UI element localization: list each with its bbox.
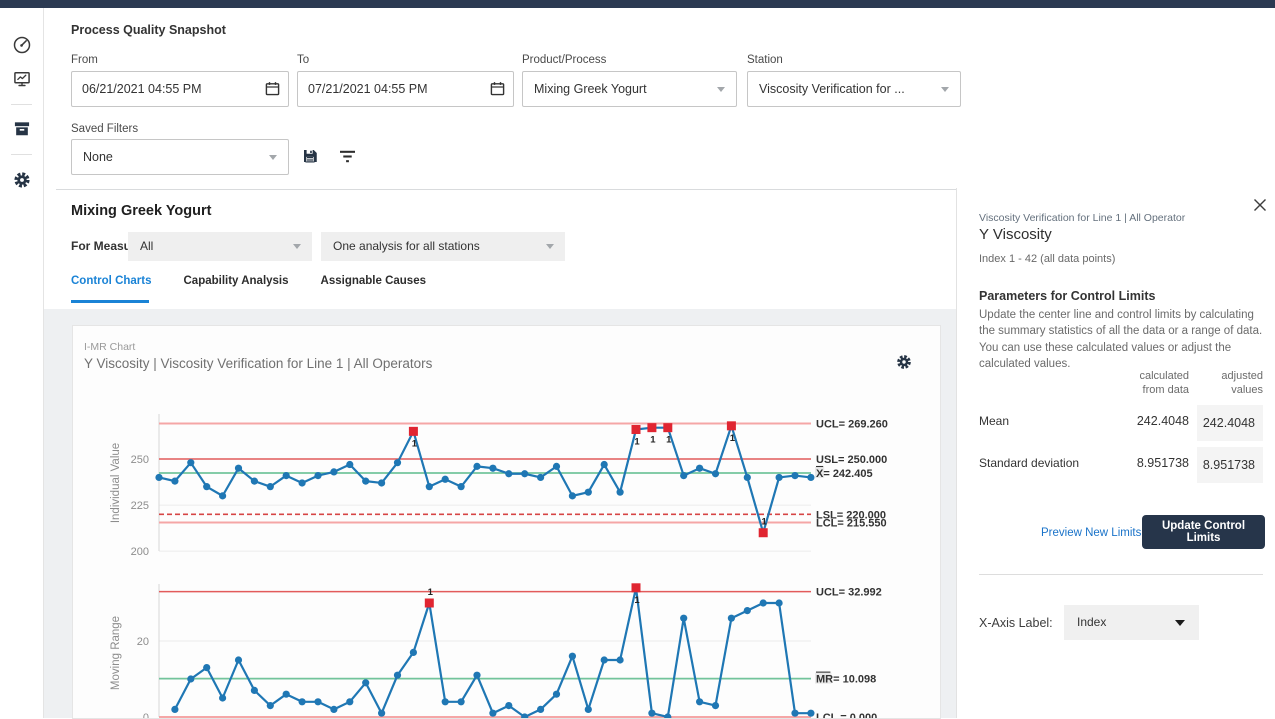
- stddev-adjusted-input[interactable]: [1197, 447, 1263, 483]
- svg-text:LCL = 0.000: LCL = 0.000: [816, 712, 877, 718]
- station-dropdown[interactable]: Viscosity Verification for ...: [747, 71, 961, 107]
- sidebar-item-products[interactable]: [12, 119, 32, 139]
- panel-subtitle: Viscosity Verification for Line 1 | All …: [979, 212, 1185, 224]
- chevron-down-icon: [269, 155, 277, 160]
- xaxis-label: X-Axis Label:: [979, 616, 1053, 630]
- close-icon[interactable]: [1253, 198, 1269, 214]
- archive-icon: [12, 119, 32, 139]
- chevron-down-icon: [941, 87, 949, 92]
- svg-text:Moving Range: Moving Range: [110, 616, 122, 690]
- from-date-field[interactable]: [71, 71, 289, 107]
- gauge-icon: [12, 35, 32, 55]
- station-label: Station: [747, 54, 783, 66]
- sidebar-item-monitoring[interactable]: [12, 69, 32, 89]
- mean-label: Mean: [979, 414, 1009, 428]
- chevron-down-icon: [546, 244, 554, 249]
- svg-text:0: 0: [143, 712, 149, 718]
- analysis-mode-value: One analysis for all stations: [321, 232, 565, 261]
- panel-description: Update the center line and control limit…: [979, 307, 1267, 372]
- tab-bar: Control Charts Capability Analysis Assig…: [71, 275, 426, 287]
- column-header-adjusted: adjusted values: [1203, 370, 1263, 398]
- save-icon: [301, 147, 319, 165]
- svg-text:1: 1: [412, 438, 418, 449]
- active-tab-underline: [71, 300, 149, 303]
- to-date-input[interactable]: [298, 72, 513, 106]
- measure-value: All: [128, 232, 312, 261]
- sidebar-divider: [11, 154, 32, 155]
- saved-filters-label: Saved Filters: [71, 123, 138, 135]
- update-control-limits-button[interactable]: Update Control Limits: [1142, 515, 1265, 549]
- analysis-header: Mixing Greek Yogurt For Measure: All One…: [44, 190, 956, 309]
- mean-adjusted-input[interactable]: [1197, 405, 1263, 441]
- svg-text:1: 1: [666, 435, 672, 446]
- station-value: Viscosity Verification for ...: [748, 72, 960, 106]
- tab-control-charts[interactable]: Control Charts: [71, 275, 152, 287]
- panel-divider: [979, 574, 1263, 575]
- saved-filters-dropdown[interactable]: None: [71, 139, 289, 175]
- saved-filters-value: None: [72, 140, 288, 174]
- from-label: From: [71, 54, 98, 66]
- sidebar-item-dashboard[interactable]: [12, 35, 32, 55]
- imr-chart: 250225200Individual ValueUCL= 269.260USL…: [73, 326, 940, 718]
- panel-title: Y Viscosity: [979, 226, 1052, 243]
- calendar-icon[interactable]: [490, 81, 505, 96]
- top-bar: [0, 0, 1275, 8]
- product-process-label: Product/Process: [522, 54, 606, 66]
- individuals-chart-group: 250 225 200 Individual Value UCL= 269.260 USL…: [110, 414, 888, 558]
- tab-capability-analysis[interactable]: Capability Analysis: [184, 275, 289, 287]
- stddev-label: Standard deviation: [979, 456, 1079, 470]
- page-title: Process Quality Snapshot: [71, 23, 226, 37]
- chevron-down-icon: [293, 244, 301, 249]
- caret-down-icon: [1175, 620, 1185, 626]
- sidebar: [0, 8, 44, 718]
- analysis-title: Mixing Greek Yogurt: [71, 203, 211, 219]
- calendar-icon[interactable]: [265, 81, 280, 96]
- svg-text:1: 1: [650, 435, 656, 446]
- svg-text:LCL= 215.550: LCL= 215.550: [816, 518, 887, 530]
- control-limits-panel: Viscosity Verification for Line 1 | All …: [956, 188, 1275, 718]
- svg-text:MR= 10.098: MR= 10.098: [816, 674, 876, 686]
- preview-new-limits-link[interactable]: Preview New Limits: [1041, 527, 1141, 539]
- moving-range-chart-group: 20 0 Moving Range UCL= 32.992 MR= 10.098 LCL …: [110, 583, 882, 718]
- svg-text:UCL= 269.260: UCL= 269.260: [816, 418, 888, 430]
- svg-text:200: 200: [131, 546, 149, 558]
- sidebar-item-settings[interactable]: [12, 170, 32, 190]
- svg-text:1: 1: [428, 587, 434, 598]
- svg-text:250: 250: [131, 454, 149, 466]
- filter-section: Process Quality Snapshot From To Product…: [44, 8, 1275, 189]
- svg-text:1: 1: [634, 437, 640, 448]
- measure-dropdown[interactable]: All: [128, 232, 312, 261]
- mean-calculated-value: 242.4048: [1089, 414, 1189, 428]
- svg-text:225: 225: [131, 500, 149, 512]
- to-label: To: [297, 54, 309, 66]
- stddev-calculated-value: 8.951738: [1089, 456, 1189, 470]
- svg-text:1: 1: [730, 433, 736, 444]
- filter-button[interactable]: [339, 149, 359, 169]
- column-header-calculated: calculated from data: [1127, 370, 1189, 398]
- imr-chart-card: I-MR Chart Y Viscosity | Viscosity Verif…: [72, 325, 941, 719]
- chevron-down-icon: [717, 87, 725, 92]
- filter-icon: [339, 149, 356, 164]
- from-date-input[interactable]: [72, 72, 288, 106]
- gear-icon: [12, 170, 32, 190]
- svg-text:UCL= 32.992: UCL= 32.992: [816, 587, 882, 599]
- svg-text:Individual Value: Individual Value: [110, 443, 122, 523]
- save-filter-button[interactable]: [301, 147, 321, 167]
- svg-text:USL= 250.000: USL= 250.000: [816, 454, 887, 466]
- svg-text:X= 242.405: X= 242.405: [816, 468, 873, 480]
- product-process-value: Mixing Greek Yogurt: [523, 72, 736, 106]
- panel-index-range: Index 1 - 42 (all data points): [979, 253, 1115, 265]
- tab-assignable-causes[interactable]: Assignable Causes: [321, 275, 426, 287]
- sidebar-divider: [11, 104, 32, 105]
- panel-section-title: Parameters for Control Limits: [979, 289, 1155, 303]
- monitor-chart-icon: [12, 69, 32, 89]
- svg-text:20: 20: [137, 636, 149, 648]
- analysis-mode-dropdown[interactable]: One analysis for all stations: [321, 232, 565, 261]
- product-process-dropdown[interactable]: Mixing Greek Yogurt: [522, 71, 737, 107]
- svg-text:1: 1: [762, 517, 768, 528]
- svg-text:1: 1: [634, 595, 640, 606]
- xaxis-dropdown[interactable]: Index: [1064, 605, 1199, 640]
- to-date-field[interactable]: [297, 71, 514, 107]
